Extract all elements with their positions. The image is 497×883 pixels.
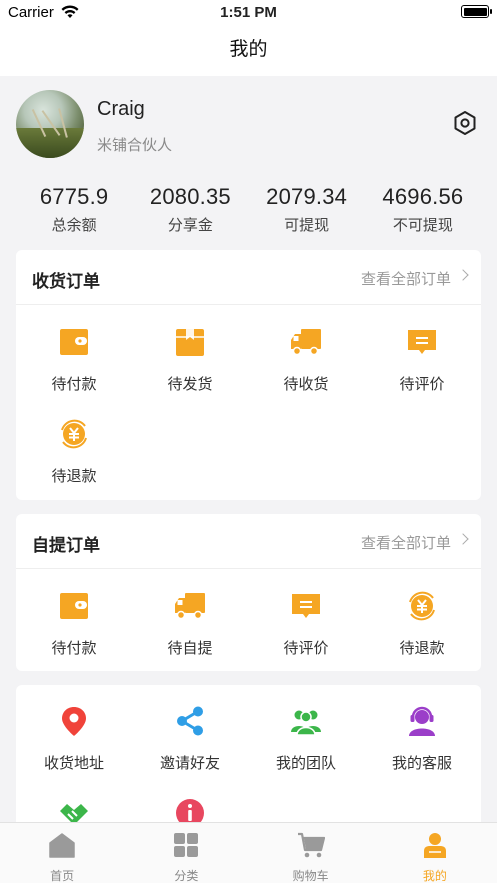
chevron-right-icon <box>457 533 469 545</box>
tab-label: 购物车 <box>292 869 329 883</box>
order-status-pending-refund[interactable]: 待退款 <box>16 418 132 486</box>
page-title: 我的 <box>229 39 268 60</box>
order-status-label: 待退款 <box>399 640 445 657</box>
pickup-status-pending-review[interactable]: 待评价 <box>248 590 364 658</box>
service-label: 收货地址 <box>43 755 104 772</box>
stat-share-money[interactable]: 2080.35 分享金 <box>132 184 248 240</box>
user-name: Craig <box>97 98 145 120</box>
settings-icon[interactable] <box>452 110 478 136</box>
order-status-pending-payment[interactable]: 待付款 <box>16 326 132 394</box>
order-status-pending-shipment[interactable]: 待发货 <box>132 326 248 394</box>
stat-value: 2079.34 <box>266 184 348 209</box>
order-status-label: 待付款 <box>51 640 97 657</box>
pickup-orders-header[interactable]: 自提订单 查看全部订单 <box>16 514 481 569</box>
stat-value: 2080.35 <box>149 184 231 209</box>
profile-icon <box>423 833 446 858</box>
order-status-label: 待退款 <box>51 468 97 485</box>
pickup-status-pending-payment[interactable]: 待付款 <box>16 590 132 658</box>
view-all-orders-link[interactable]: 查看全部订单 <box>361 268 451 289</box>
cart-icon <box>297 832 325 858</box>
truck-icon <box>175 593 205 620</box>
tab-cart[interactable]: 购物车 <box>249 823 373 883</box>
refund-icon <box>61 419 87 449</box>
service-invite-friends[interactable]: 邀请好友 <box>132 705 248 773</box>
tab-label: 分类 <box>174 869 199 883</box>
order-status-label: 待评价 <box>283 640 329 657</box>
order-status-label: 待自提 <box>167 640 213 657</box>
refund-icon <box>409 591 435 621</box>
clock: 1:51 PM <box>220 4 277 21</box>
pickup-status-pending-refund[interactable]: 待退款 <box>364 590 480 658</box>
delivery-orders-card: 收货订单 查看全部订单 待付款 待发货 待收货 待评价 待退款 <box>16 250 481 500</box>
category-icon <box>174 833 199 857</box>
service-label: 邀请好友 <box>159 755 220 772</box>
stat-value: 6775.9 <box>39 184 109 209</box>
stat-value: 4696.56 <box>382 184 464 209</box>
avatar[interactable] <box>16 90 84 158</box>
service-label: 我的客服 <box>391 755 452 772</box>
order-status-pending-receipt[interactable]: 待收货 <box>248 326 364 394</box>
card-title: 收货订单 <box>32 272 100 291</box>
delivery-orders-header[interactable]: 收货订单 查看全部订单 <box>16 250 481 305</box>
order-status-label: 待发货 <box>167 376 213 393</box>
service-my-team[interactable]: 我的团队 <box>248 705 364 773</box>
stat-label: 不可提现 <box>392 217 453 234</box>
chevron-right-icon <box>457 269 469 281</box>
tab-category[interactable]: 分类 <box>124 823 248 883</box>
services-card: 收货地址 邀请好友 我的团队 我的客服 <box>16 685 481 827</box>
stat-withdrawable[interactable]: 2079.34 可提现 <box>249 184 365 240</box>
tab-label: 我的 <box>422 869 447 883</box>
customer-service-icon <box>409 706 435 736</box>
stat-non-withdrawable[interactable]: 4696.56 不可提现 <box>365 184 481 240</box>
team-icon <box>291 710 321 736</box>
nav-bar: 我的 <box>0 26 497 76</box>
location-pin-icon <box>62 707 86 736</box>
order-status-label: 待付款 <box>51 376 97 393</box>
stat-label: 可提现 <box>284 217 330 234</box>
wallet-icon <box>60 329 88 355</box>
battery-icon <box>461 5 492 18</box>
comment-icon <box>408 330 436 354</box>
stat-label: 总余额 <box>51 217 97 234</box>
profile-header: Craig 米铺合伙人 <box>0 76 497 174</box>
pickup-status-pending-pickup[interactable]: 待自提 <box>132 590 248 658</box>
home-icon <box>49 833 75 858</box>
order-status-label: 待收货 <box>283 376 329 393</box>
user-role: 米铺合伙人 <box>97 137 173 154</box>
service-customer-support[interactable]: 我的客服 <box>364 705 480 773</box>
service-address[interactable]: 收货地址 <box>16 705 132 773</box>
tab-label: 首页 <box>50 869 75 883</box>
card-title: 自提订单 <box>32 536 100 555</box>
order-status-label: 待评价 <box>399 376 445 393</box>
wallet-icon <box>60 593 88 619</box>
order-status-pending-review[interactable]: 待评价 <box>364 326 480 394</box>
balance-stats: 6775.9 总余额 2080.35 分享金 2079.34 可提现 4696.… <box>16 184 481 240</box>
stat-total-balance[interactable]: 6775.9 总余额 <box>16 184 132 240</box>
tab-profile[interactable]: 我的 <box>373 823 497 883</box>
pickup-orders-card: 自提订单 查看全部订单 待付款 待自提 待评价 待退款 <box>16 514 481 671</box>
status-bar: Carrier 1:51 PM <box>0 0 497 26</box>
share-icon <box>177 706 203 736</box>
truck-icon <box>291 329 321 356</box>
comment-icon <box>292 594 320 618</box>
box-icon <box>176 329 204 356</box>
tab-home[interactable]: 首页 <box>0 823 124 883</box>
tab-bar: 首页 分类 购物车 我的 <box>0 822 497 883</box>
stat-label: 分享金 <box>167 217 213 234</box>
view-all-orders-link[interactable]: 查看全部订单 <box>361 532 451 553</box>
service-label: 我的团队 <box>275 755 336 772</box>
